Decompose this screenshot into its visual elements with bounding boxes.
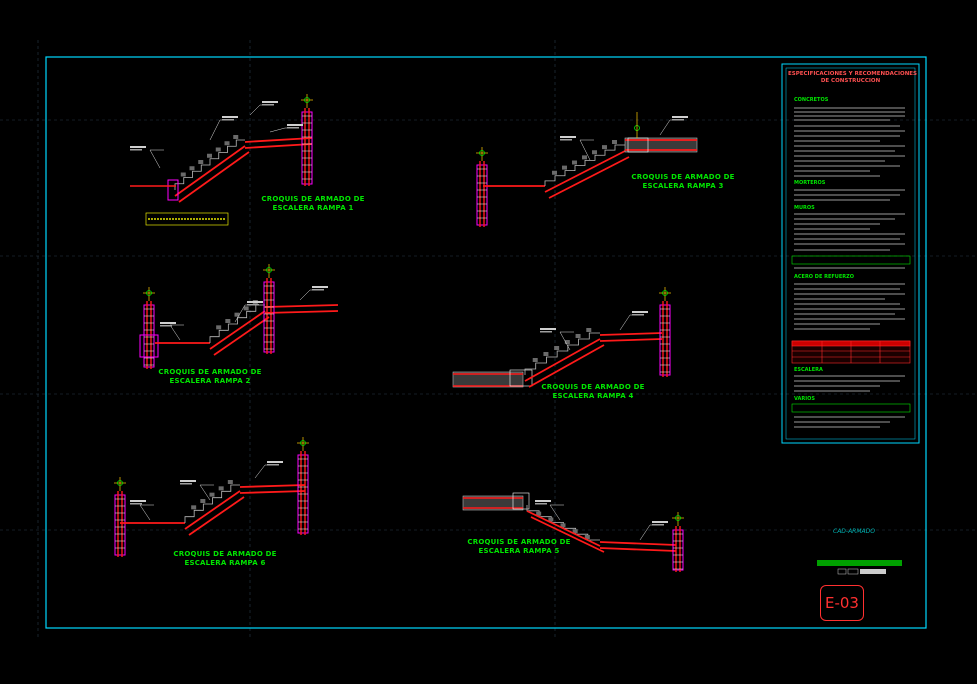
sketch-title-ramp-4: CROQUIS DE ARMADO DE ESCALERA RAMPA 4 bbox=[541, 383, 645, 400]
column-ramp-2-right bbox=[263, 264, 275, 354]
title-block bbox=[817, 560, 902, 575]
spec-head-varios: VARIOS bbox=[794, 396, 815, 402]
label-ramp-1-c bbox=[130, 146, 164, 169]
stair-flight-ramp-2 bbox=[209, 300, 270, 356]
label-ramp-6-b bbox=[254, 461, 283, 479]
spec-head-concretos: CONCRETOS bbox=[794, 97, 829, 103]
spec-head-escalera: ESCALERA bbox=[794, 367, 823, 373]
sketch-title-ramp-2: CROQUIS DE ARMADO DE ESCALERA RAMPA 2 bbox=[158, 368, 262, 385]
column-ramp-5 bbox=[672, 512, 684, 572]
label-ramp-1-b bbox=[249, 101, 278, 116]
label-ramp-6-c bbox=[130, 500, 154, 521]
spec-head-muros: MUROS bbox=[794, 205, 815, 211]
sketch-title-ramp-3: CROQUIS DE ARMADO DE ESCALERA RAMPA 3 bbox=[631, 173, 735, 190]
sketch-title-ramp-5: CROQUIS DE ARMADO DE ESCALERA RAMPA 5 bbox=[467, 538, 571, 555]
label-ramp-5-b bbox=[639, 521, 668, 541]
stamp-text: CAD-ARMADO bbox=[833, 528, 875, 535]
label-ramp-3-a bbox=[560, 136, 594, 161]
column-ramp-4 bbox=[659, 287, 671, 377]
label-ramp-2-c bbox=[160, 322, 184, 341]
label-ramp-1-d bbox=[269, 124, 303, 133]
spec-table bbox=[791, 340, 911, 364]
sketch-title-ramp-6: CROQUIS DE ARMADO DE ESCALERA RAMPA 6 bbox=[173, 550, 277, 567]
spec-head-morteros: MORTEROS bbox=[794, 180, 826, 186]
column-ramp-3 bbox=[476, 147, 488, 227]
spec-text-lines bbox=[794, 107, 905, 428]
stair-flight-ramp-6 bbox=[184, 480, 245, 536]
sketch-title-ramp-1: CROQUIS DE ARMADO DE ESCALERA RAMPA 1 bbox=[261, 195, 365, 212]
spec-title: ESPECIFICACIONES Y RECOMENDACIONES DE CON… bbox=[788, 71, 918, 84]
column-ramp-1 bbox=[301, 94, 313, 186]
stair-flight-ramp-3 bbox=[544, 140, 630, 199]
sheet-number: E-03 bbox=[820, 585, 864, 621]
stair-flight-ramp-1 bbox=[174, 135, 250, 203]
cad-drawing-sheet bbox=[0, 40, 977, 640]
label-ramp-3-b bbox=[659, 116, 688, 136]
label-ramp-2-b bbox=[299, 286, 328, 301]
spec-head-acero: ACERO DE REFUERZO bbox=[794, 274, 854, 280]
label-ramp-4-b bbox=[619, 311, 648, 331]
column-ramp-6-left bbox=[114, 477, 126, 557]
stair-flight-ramp-4 bbox=[524, 328, 605, 388]
label-ramp-6-a bbox=[180, 480, 214, 501]
